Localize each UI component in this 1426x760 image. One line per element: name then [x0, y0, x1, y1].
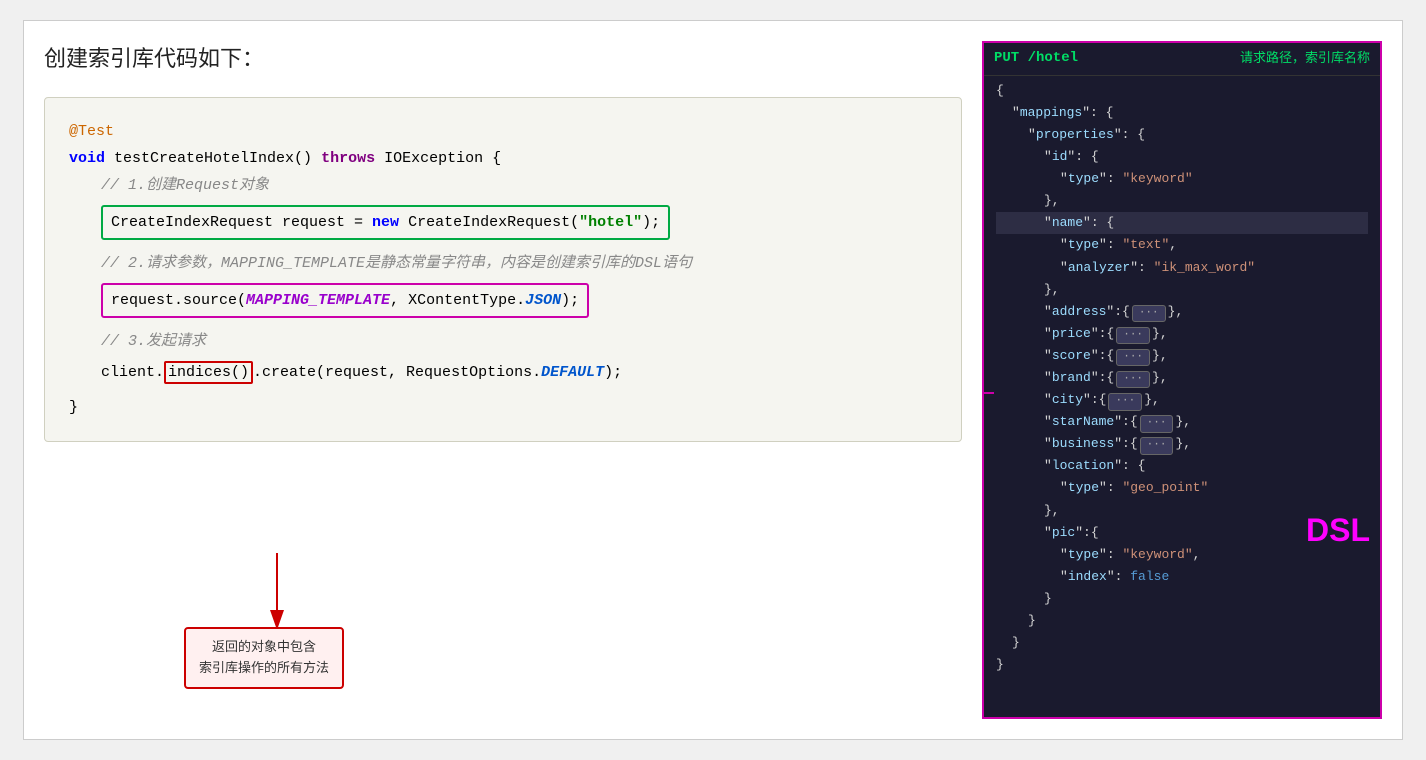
dsl-label: DSL: [1306, 503, 1370, 557]
paren-close: );: [642, 214, 660, 231]
class-name: CreateIndexRequest request =: [111, 214, 372, 231]
indices-method: indices(): [164, 361, 253, 384]
json-line-open: {: [996, 80, 1368, 102]
request-source-text: request.source(: [111, 292, 246, 309]
json-line-mappings-close: }: [996, 632, 1368, 654]
comment-1: // 1.创建Request对象: [101, 172, 937, 199]
main-container: 创建索引库代码如下： @Test void testCreateHotelInd…: [23, 20, 1403, 740]
exception-text: IOException {: [375, 150, 501, 167]
json-line-id-close: },: [996, 190, 1368, 212]
json-line-name-close: },: [996, 279, 1368, 301]
kw-throws: throws: [321, 150, 375, 167]
right-code-content: { "mappings": { "properties": { "id": { …: [984, 76, 1380, 689]
method-name: testCreateHotelIndex(): [114, 150, 321, 167]
request-source-line: request.source(MAPPING_TEMPLATE, XConten…: [101, 283, 589, 318]
hotel-string: "hotel": [579, 214, 642, 231]
json-line-business: "business":{···},: [996, 433, 1368, 455]
mapping-template: MAPPING_TEMPLATE: [246, 292, 390, 309]
json-line-location: "location": {: [996, 455, 1368, 477]
json-line-name: "name": {: [996, 212, 1368, 234]
client-text: client.: [101, 364, 164, 381]
json-line-city: "city":{···},: [996, 389, 1368, 411]
annotation-red-box: 返回的对象中包含 索引库操作的所有方法: [184, 627, 344, 689]
paren-close2: );: [561, 292, 579, 309]
create-index-line: CreateIndexRequest request = new CreateI…: [101, 205, 670, 240]
left-panel: 创建索引库代码如下： @Test void testCreateHotelInd…: [44, 41, 962, 719]
annotation-test: @Test: [69, 123, 114, 140]
json-line-price: "price":{···},: [996, 323, 1368, 345]
json-line-score: "score":{···},: [996, 345, 1368, 367]
json-line-starname: "starName":{···},: [996, 411, 1368, 433]
json-line-location-type: "type": "geo_point": [996, 477, 1368, 499]
json-line-props-close: }: [996, 610, 1368, 632]
closing-brace: }: [69, 394, 937, 421]
json-line-address: "address":{···},: [996, 301, 1368, 323]
page-heading: 创建索引库代码如下：: [44, 41, 962, 73]
right-panel: PUT /hotel 请求路径，索引库名称 { "mappings": { "p…: [982, 41, 1382, 719]
annotation-line: @Test: [69, 118, 937, 145]
kw-void: void: [69, 150, 114, 167]
json-line-properties: "properties": {: [996, 124, 1368, 146]
code-line-3: request.source(MAPPING_TEMPLATE, XConten…: [101, 283, 937, 318]
constructor: CreateIndexRequest(: [399, 214, 579, 231]
code-line-2: CreateIndexRequest request = new CreateI…: [101, 205, 937, 240]
kw-new: new: [372, 214, 399, 231]
default-option: DEFAULT: [541, 364, 604, 381]
json-type: JSON: [525, 292, 561, 309]
code-line-4: client.indices().create(request, Request…: [101, 359, 937, 386]
json-line-pic-index: "index": false: [996, 566, 1368, 588]
json-line-pic-close: }: [996, 588, 1368, 610]
create-call: .create(request, RequestOptions.: [253, 364, 541, 381]
code-line-1: void testCreateHotelIndex() throws IOExc…: [69, 145, 937, 172]
json-line-brand: "brand":{···},: [996, 367, 1368, 389]
json-line-id: "id": {: [996, 146, 1368, 168]
json-line-name-type: "type": "text",: [996, 234, 1368, 256]
json-line-analyzer: "analyzer": "ik_max_word": [996, 257, 1368, 279]
json-line-id-type: "type": "keyword": [996, 168, 1368, 190]
put-method: PUT /hotel: [994, 47, 1078, 71]
path-comment: 请求路径，索引库名称: [1240, 48, 1370, 70]
right-panel-header: PUT /hotel 请求路径，索引库名称: [984, 43, 1380, 76]
comma-space: , XContentType.: [390, 292, 525, 309]
comment-2: // 2.请求参数，MAPPING_TEMPLATE是静态常量字符串，内容是创建…: [101, 250, 937, 277]
json-line-mappings: "mappings": {: [996, 102, 1368, 124]
code-block: @Test void testCreateHotelIndex() throws…: [44, 97, 962, 442]
comment-3: // 3.发起请求: [101, 328, 937, 355]
semi: );: [604, 364, 622, 381]
json-line-root-close: }: [996, 654, 1368, 676]
